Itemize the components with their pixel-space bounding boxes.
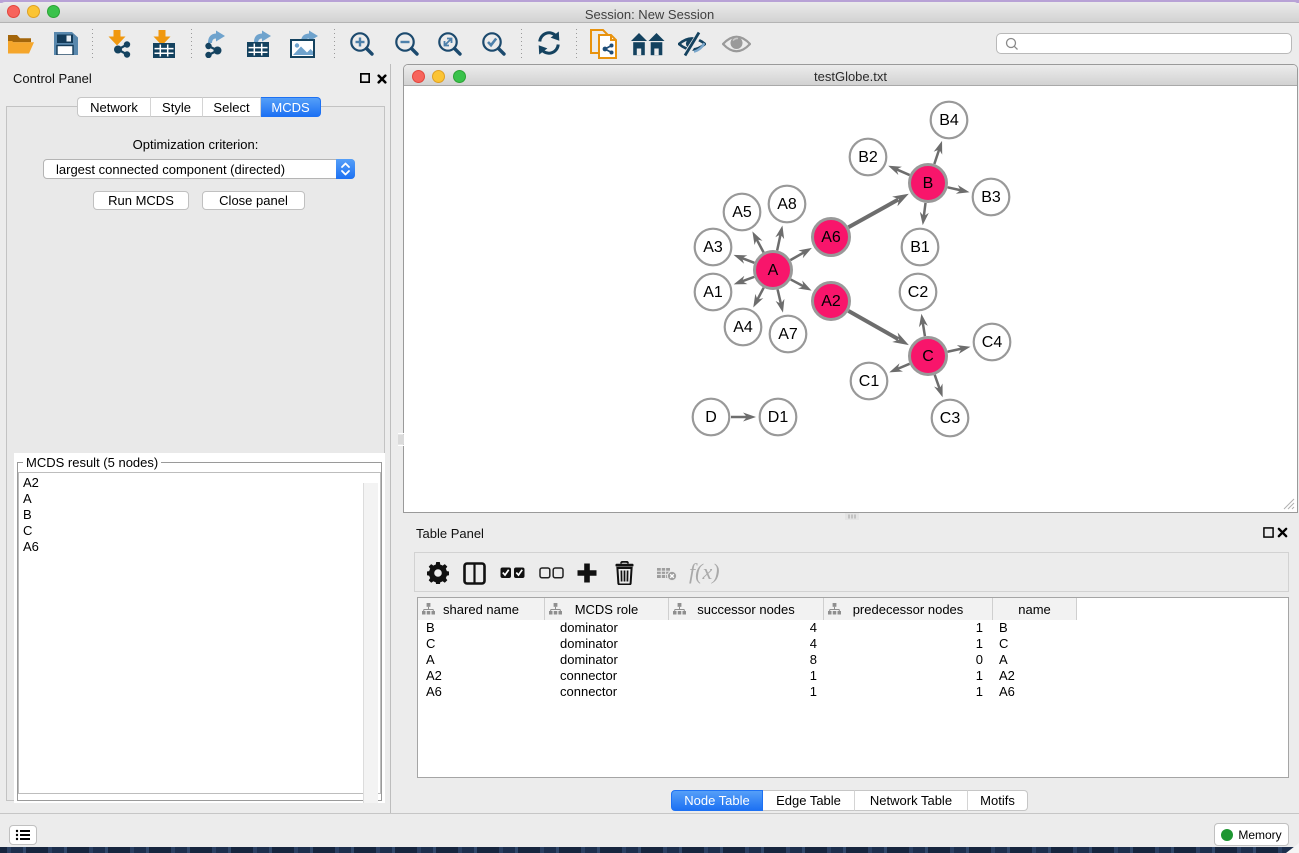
- svg-text:A: A: [768, 262, 779, 279]
- svg-text:C1: C1: [859, 373, 880, 390]
- svg-text:A5: A5: [732, 204, 752, 221]
- svg-text:A2: A2: [821, 293, 841, 310]
- svg-text:A3: A3: [703, 239, 723, 256]
- svg-text:A8: A8: [777, 196, 797, 213]
- svg-text:A1: A1: [703, 284, 723, 301]
- svg-text:B1: B1: [910, 239, 930, 256]
- svg-text:A4: A4: [733, 319, 753, 336]
- svg-text:D: D: [705, 409, 717, 426]
- svg-text:C2: C2: [908, 284, 929, 301]
- svg-text:C3: C3: [940, 410, 961, 427]
- svg-text:C: C: [922, 348, 934, 365]
- svg-text:D1: D1: [768, 409, 789, 426]
- svg-text:B4: B4: [939, 112, 959, 129]
- svg-text:B: B: [923, 175, 934, 192]
- svg-text:A7: A7: [778, 326, 798, 343]
- svg-text:A6: A6: [821, 229, 841, 246]
- svg-text:B2: B2: [858, 149, 878, 166]
- svg-text:C4: C4: [982, 334, 1003, 351]
- svg-text:B3: B3: [981, 189, 1001, 206]
